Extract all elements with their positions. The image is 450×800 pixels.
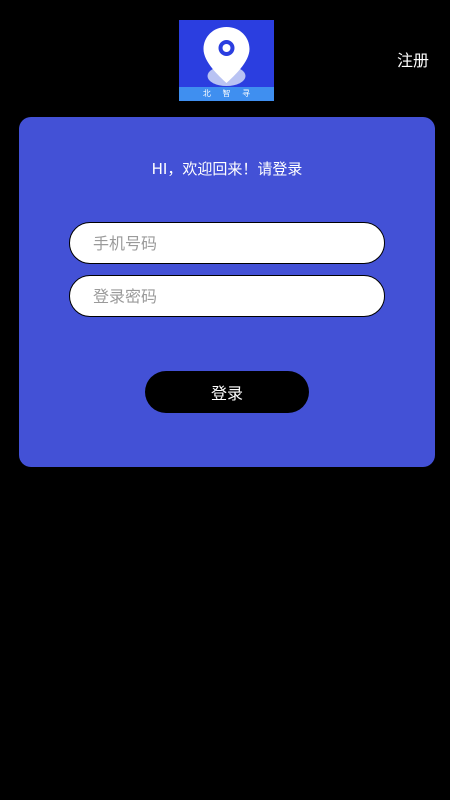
register-link[interactable]: 注册 <box>397 51 429 71</box>
logo-caption-char: 北 <box>202 89 211 98</box>
password-input[interactable] <box>69 275 385 317</box>
phone-number-input[interactable] <box>69 222 385 264</box>
login-button[interactable]: 登录 <box>145 371 309 413</box>
logo-caption-char: 寻 <box>242 89 251 98</box>
logo-caption-strip: 北 智 寻 <box>179 87 274 101</box>
app-logo: 北 智 寻 <box>179 20 274 101</box>
welcome-greeting: HI，欢迎回来！请登录 <box>151 160 303 178</box>
logo-caption-char: 智 <box>222 89 231 98</box>
login-card: HI，欢迎回来！请登录 登录 <box>19 117 435 467</box>
